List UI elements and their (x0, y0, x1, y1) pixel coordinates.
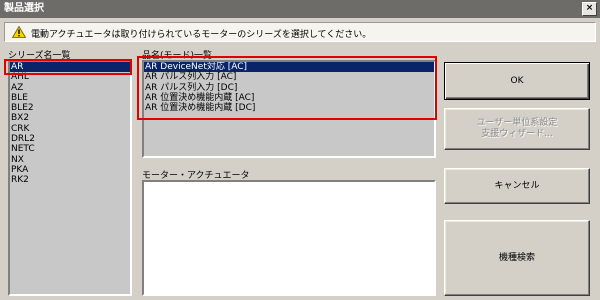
list-item[interactable]: AR (10, 62, 130, 73)
close-button[interactable]: × (582, 2, 597, 16)
list-item[interactable]: AZ (10, 83, 130, 93)
list-item[interactable]: DRL2 (10, 134, 130, 144)
ok-button[interactable]: OK (444, 62, 590, 100)
product-list[interactable]: AR DeviceNet対応 [AC] AR パルス列入力 [AC] AR パルス列… (142, 60, 436, 158)
close-icon: × (585, 3, 594, 13)
list-item[interactable]: AR パルス列入力 [DC] (144, 83, 434, 93)
list-item[interactable]: BLE (10, 93, 130, 103)
list-item[interactable]: PKA (10, 165, 130, 175)
list-item[interactable]: AR 位置決め機能内蔵 [DC] (144, 103, 434, 113)
window-title-bar: 製品選択 × (0, 0, 600, 18)
list-item[interactable]: AR パルス列入力 [AC] (144, 72, 434, 82)
model-search-button-label: 機種検索 (498, 252, 535, 263)
info-message: 電動アクチュエータは取り付けられているモーターのシリーズを選択してください。 (31, 30, 372, 40)
list-item[interactable]: BLE2 (10, 103, 130, 113)
warning-icon (12, 26, 26, 38)
series-list[interactable]: AR AHL AZ BLE BLE2 BX2 CRK DRL2 NETC NX PKA RK2 (8, 60, 132, 296)
info-panel: 電動アクチュエータは取り付けられているモーターのシリーズを選択してください。 (4, 22, 596, 42)
window-title: 製品選択 (4, 3, 44, 14)
unit-wizard-button[interactable]: ユーザー単位系設定 支援ウィザード... (444, 108, 590, 150)
model-search-button[interactable]: 機種検索 (444, 220, 590, 296)
list-item[interactable]: AR 位置決め機能内蔵 [AC] (144, 93, 434, 103)
cancel-button-label: キャンセル (494, 180, 540, 191)
list-item[interactable]: BX2 (10, 113, 130, 123)
cancel-button[interactable]: キャンセル (444, 168, 590, 204)
list-item[interactable]: NETC (10, 144, 130, 154)
list-item[interactable]: RK2 (10, 175, 130, 185)
ok-button-label: OK (510, 75, 524, 86)
list-item[interactable]: AR DeviceNet対応 [AC] (144, 62, 434, 73)
list-item[interactable]: NX (10, 155, 130, 165)
list-item[interactable]: AHL (10, 72, 130, 82)
motor-actuator-box (142, 180, 436, 296)
unit-wizard-button-label: ユーザー単位系設定 支援ウィザード... (476, 118, 558, 139)
list-item[interactable]: CRK (10, 124, 130, 134)
